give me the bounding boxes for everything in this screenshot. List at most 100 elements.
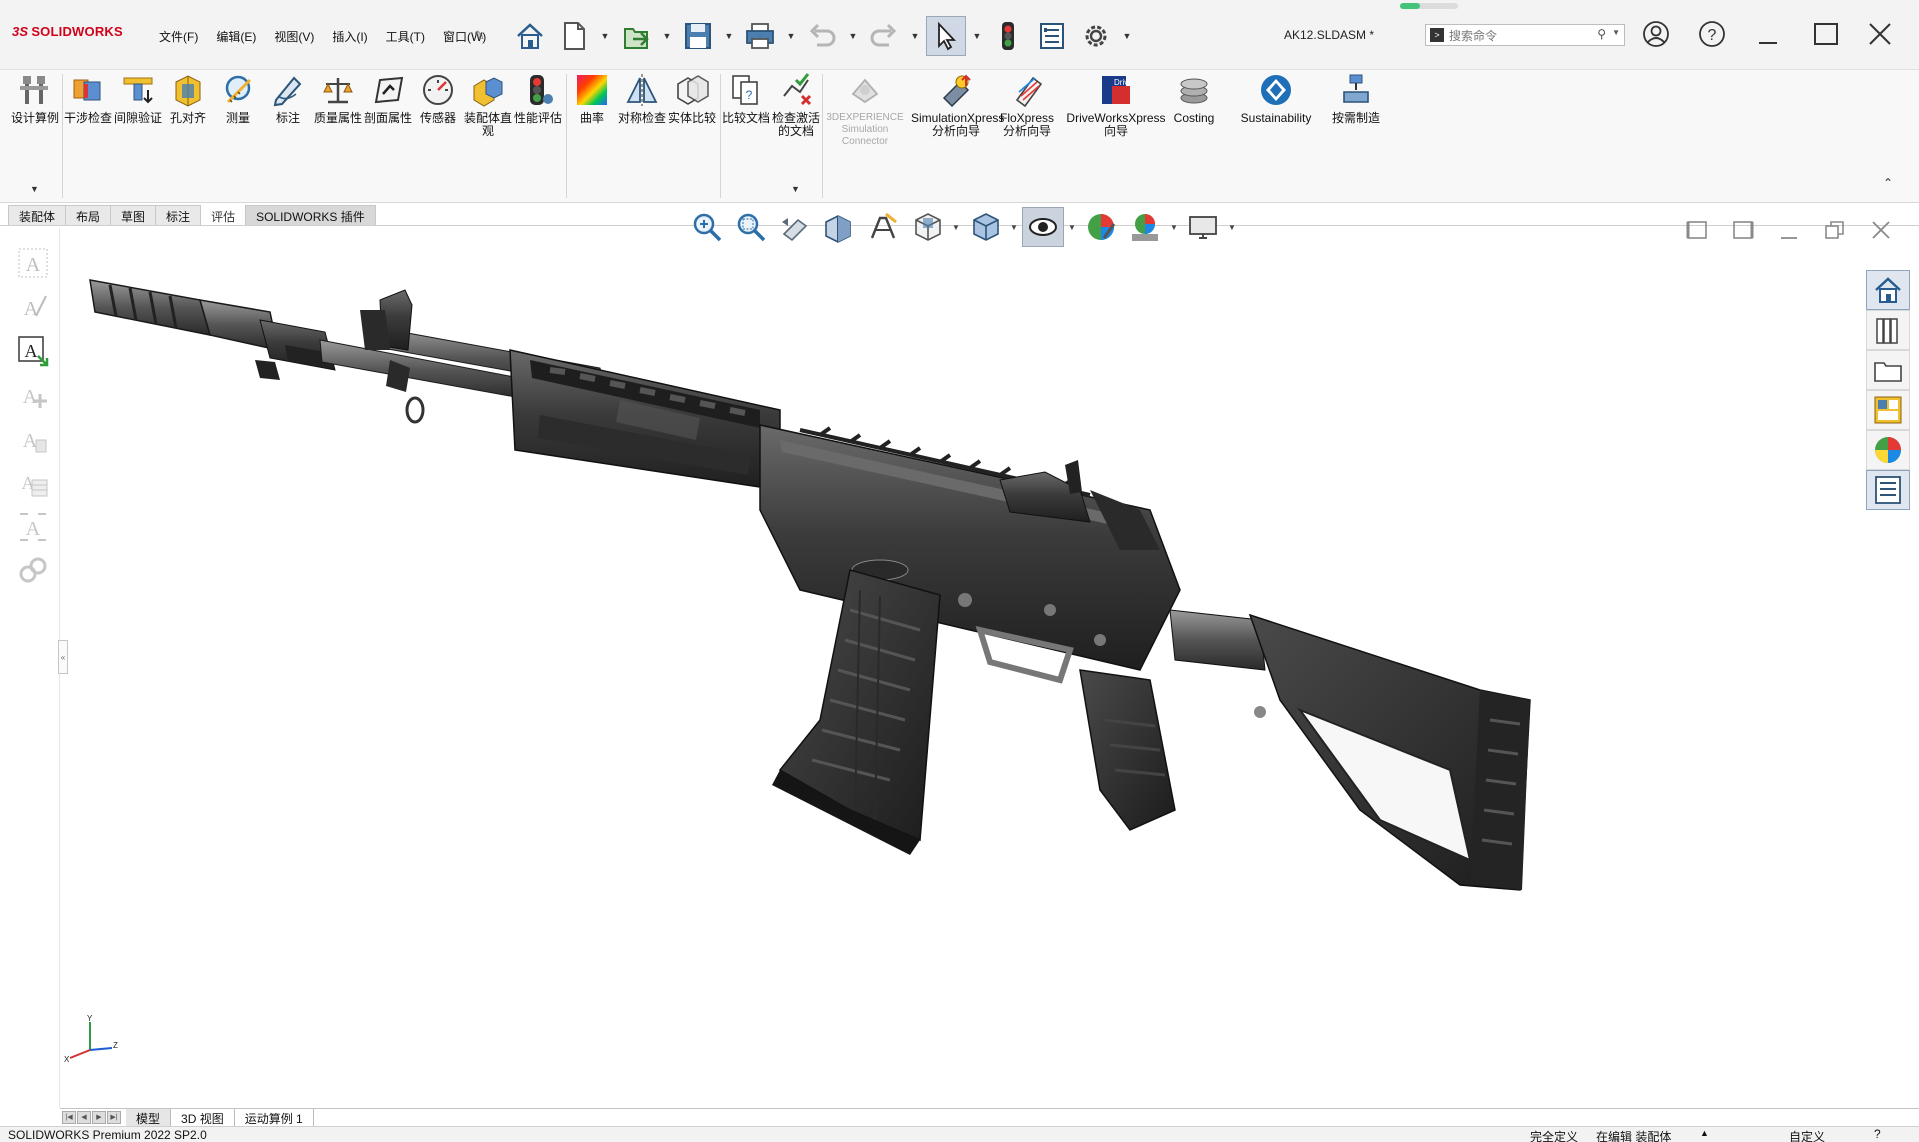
- tab-solidworks-addins[interactable]: SOLIDWORKS 插件: [245, 205, 376, 225]
- costing-button[interactable]: Costing: [1170, 70, 1218, 190]
- edit-appearance-icon[interactable]: [1080, 207, 1122, 247]
- select-icon[interactable]: [926, 16, 966, 56]
- tab-evaluate[interactable]: 评估: [200, 205, 246, 225]
- custom-properties-icon[interactable]: [1866, 470, 1910, 510]
- apply-scene-dropdown-icon[interactable]: ▼: [1168, 223, 1180, 232]
- viewport-restore-icon[interactable]: [1728, 215, 1758, 245]
- units-selector[interactable]: 自定义: [1789, 1128, 1825, 1142]
- section-properties-button[interactable]: 剖面属性: [364, 70, 412, 190]
- save-icon[interactable]: [678, 16, 718, 56]
- handguard[interactable]: [509, 349, 781, 491]
- menu-edit[interactable]: 编辑(E): [207, 26, 265, 47]
- balloon-note-icon[interactable]: A: [14, 288, 52, 326]
- performance-evaluation-button[interactable]: 性能评估: [514, 70, 562, 190]
- display-style-icon[interactable]: [964, 207, 1006, 247]
- mass-properties-button[interactable]: 质量属性: [314, 70, 362, 190]
- view-palette-icon[interactable]: [1866, 390, 1910, 430]
- 3dexperience-connector-button[interactable]: 3DEXPERIENCE Simulation Connector: [826, 70, 904, 190]
- graphics-area[interactable]: [60, 250, 1860, 1100]
- import-annotations-icon[interactable]: A: [14, 332, 52, 370]
- hole-alignment-button[interactable]: 孔对齐: [164, 70, 212, 190]
- view-settings-dropdown-icon[interactable]: ▼: [1226, 223, 1238, 232]
- user-account-icon[interactable]: [1638, 16, 1674, 52]
- redo-dropdown-icon[interactable]: ▼: [908, 16, 922, 56]
- driveworksxpress-button[interactable]: Drive DriveWorksXpress 向导: [1066, 70, 1166, 190]
- help-icon[interactable]: ?: [1694, 16, 1730, 52]
- print-dropdown-icon[interactable]: ▼: [784, 16, 798, 56]
- view-settings-icon[interactable]: [1182, 207, 1224, 247]
- measure-button[interactable]: 测量: [214, 70, 262, 190]
- menu-view[interactable]: 视图(V): [265, 26, 323, 47]
- solidworks-logo[interactable]: 3S SOLIDWORKS: [12, 24, 123, 39]
- menu-tools[interactable]: 工具(T): [377, 26, 434, 47]
- tab-layout[interactable]: 布局: [65, 205, 112, 225]
- search-dropdown-icon[interactable]: ▼: [1612, 28, 1620, 37]
- previous-tab-icon[interactable]: ◀: [77, 1111, 91, 1124]
- ribbon-overflow-icon[interactable]: ▼: [791, 184, 800, 194]
- undo-icon[interactable]: [802, 16, 842, 56]
- new-document-icon[interactable]: [554, 16, 594, 56]
- curvature-button[interactable]: 曲率: [568, 70, 616, 190]
- section-view-icon[interactable]: [818, 207, 860, 247]
- print-icon[interactable]: [740, 16, 780, 56]
- design-study-button[interactable]: 设计算例: [11, 70, 59, 190]
- sensor-button[interactable]: 传感器: [414, 70, 462, 190]
- interference-check-button[interactable]: 干涉检查: [64, 70, 112, 190]
- compare-documents-button[interactable]: ? 比较文档: [722, 70, 770, 190]
- appearances-scenes-icon[interactable]: [1866, 430, 1910, 470]
- viewport-maximize-icon[interactable]: [1820, 215, 1850, 245]
- hide-show-dropdown-icon[interactable]: ▼: [1066, 223, 1078, 232]
- file-explorer-icon[interactable]: [1866, 350, 1910, 390]
- save-dropdown-icon[interactable]: ▼: [722, 16, 736, 56]
- tab-3d-views[interactable]: 3D 视图: [171, 1109, 235, 1126]
- note-icon[interactable]: A: [14, 244, 52, 282]
- home-icon[interactable]: [510, 16, 550, 56]
- view-orientation-icon[interactable]: [906, 207, 948, 247]
- options-dropdown-icon[interactable]: ▼: [1120, 16, 1134, 56]
- undo-dropdown-icon[interactable]: ▼: [846, 16, 860, 56]
- compare-geometry-button[interactable]: 实体比较: [668, 70, 716, 190]
- clearance-verification-button[interactable]: 间隙验证: [114, 70, 162, 190]
- viewport-close-icon[interactable]: [1866, 215, 1896, 245]
- pistol-grip[interactable]: [1079, 669, 1176, 831]
- ak12-rifle-model[interactable]: [60, 250, 1860, 1100]
- display-style-dropdown-icon[interactable]: ▼: [1008, 223, 1020, 232]
- annotation-table-icon[interactable]: A: [14, 464, 52, 502]
- manufacturing-on-demand-button[interactable]: 按需制造: [1332, 70, 1380, 190]
- viewport-single-view-icon[interactable]: [1682, 215, 1712, 245]
- search-commands-field[interactable]: > 搜索命令 ⚲ ▼: [1425, 24, 1625, 46]
- tab-motion-study[interactable]: 运动算例 1: [235, 1109, 314, 1126]
- markup-button[interactable]: 标注: [264, 70, 312, 190]
- annotation-view-icon[interactable]: A: [14, 508, 52, 546]
- sustainability-button[interactable]: Sustainability: [1236, 70, 1316, 190]
- symmetry-check-button[interactable]: 对称检查: [618, 70, 666, 190]
- hide-show-items-icon[interactable]: [1022, 207, 1064, 247]
- zoom-to-fit-icon[interactable]: [686, 207, 728, 247]
- receiver[interactable]: [759, 424, 1181, 671]
- open-icon[interactable]: [616, 16, 656, 56]
- menu-insert[interactable]: 插入(I): [323, 26, 376, 47]
- pin-menu-icon[interactable]: ✎: [474, 28, 488, 43]
- dynamic-annotation-views-icon[interactable]: [862, 207, 904, 247]
- traffic-light-icon[interactable]: [988, 16, 1028, 56]
- menu-file[interactable]: 文件(F): [150, 26, 207, 47]
- maximize-window-icon[interactable]: [1808, 16, 1844, 52]
- check-active-document-button[interactable]: 检查激活的文档: [772, 70, 820, 190]
- options-icon[interactable]: [1076, 16, 1116, 56]
- tab-assembly[interactable]: 装配体: [8, 205, 67, 225]
- tab-model[interactable]: 模型: [126, 1109, 172, 1126]
- assembly-visualization-button[interactable]: 装配体直观: [464, 70, 512, 190]
- tab-sketch[interactable]: 草图: [110, 205, 157, 225]
- collapse-ribbon-icon[interactable]: ⌃: [1883, 176, 1893, 190]
- datum-note-icon[interactable]: A: [14, 420, 52, 458]
- next-tab-icon[interactable]: ▶: [92, 1111, 106, 1124]
- simulationxpress-button[interactable]: SimulationXpress 分析向导: [911, 70, 1004, 190]
- view-orientation-dropdown-icon[interactable]: ▼: [950, 223, 962, 232]
- stock[interactable]: [1248, 613, 1531, 891]
- apply-scene-icon[interactable]: [1124, 207, 1166, 247]
- status-expand-icon[interactable]: ▲: [1700, 1128, 1709, 1138]
- close-window-icon[interactable]: [1862, 16, 1898, 52]
- viewport-minimize-icon[interactable]: [1774, 215, 1804, 245]
- open-dropdown-icon[interactable]: ▼: [660, 16, 674, 56]
- tab-markup[interactable]: 标注: [155, 205, 202, 225]
